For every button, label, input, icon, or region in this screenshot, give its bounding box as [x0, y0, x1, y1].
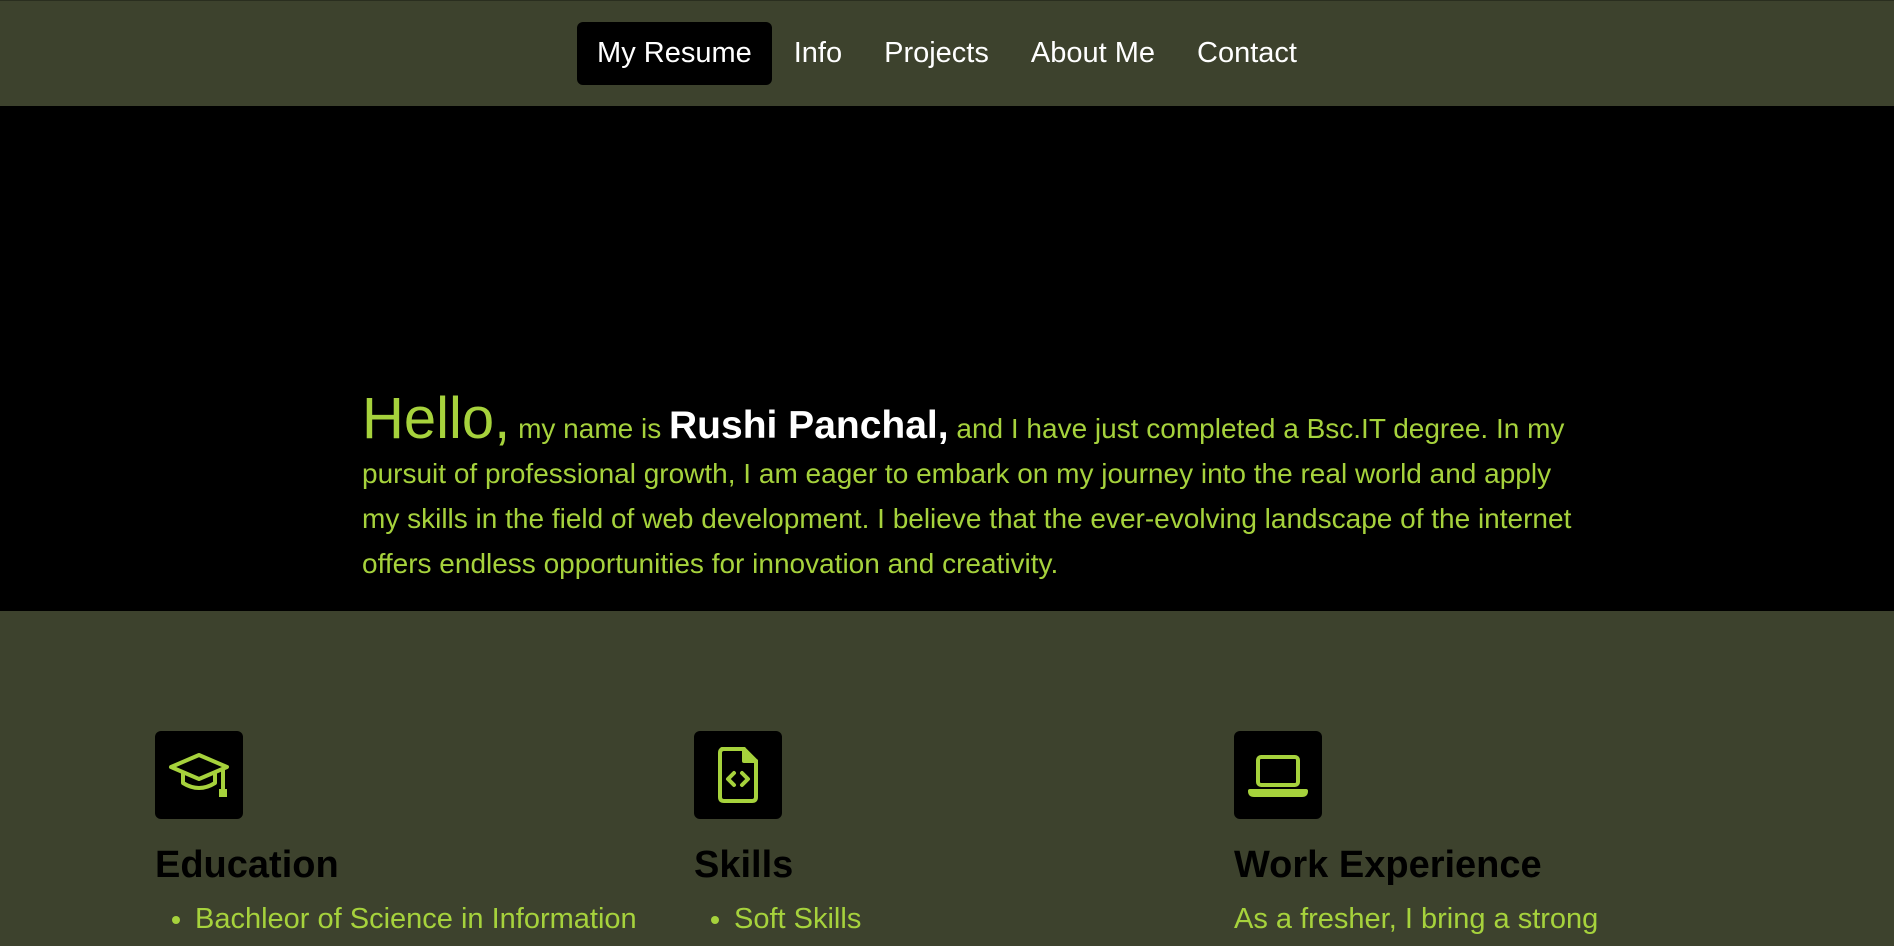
skills-card: Skills Soft Skills [694, 731, 1214, 938]
education-card: Education Bachleor of Science in Informa… [155, 731, 675, 938]
work-experience-text: As a fresher, I bring a strong [1234, 902, 1599, 935]
skills-list: Soft Skills [694, 901, 1214, 939]
hero-section: Hello, my name is Rushi Panchal, and I h… [0, 106, 1894, 611]
skills-title: Skills [694, 844, 794, 886]
top-navbar: My Resume Info Projects About Me Contact [0, 0, 1894, 106]
nav-item-info[interactable]: Info [774, 22, 862, 85]
nav-item-my-resume[interactable]: My Resume [577, 22, 772, 85]
laptop-icon [1234, 731, 1322, 819]
work-experience-card: Work Experience As a fresher, I bring a … [1234, 731, 1754, 938]
work-experience-title: Work Experience [1234, 844, 1542, 886]
nav-item-contact[interactable]: Contact [1177, 22, 1317, 85]
graduation-cap-icon [155, 731, 243, 819]
hero-intro: my name is [518, 413, 662, 444]
education-title: Education [155, 844, 339, 886]
code-file-icon [694, 731, 782, 819]
education-list: Bachleor of Science in Information [155, 901, 675, 939]
hero-name: Rushi Panchal, [669, 404, 949, 447]
nav-item-about-me[interactable]: About Me [1011, 22, 1175, 85]
list-item: Bachleor of Science in Information [195, 901, 675, 939]
features-section: Education Bachleor of Science in Informa… [0, 611, 1894, 946]
hero-paragraph: Hello, my name is Rushi Panchal, and I h… [362, 390, 1572, 586]
nav-item-projects[interactable]: Projects [864, 22, 1009, 85]
hero-greeting: Hello, [362, 386, 511, 451]
list-item: Soft Skills [734, 901, 1214, 939]
